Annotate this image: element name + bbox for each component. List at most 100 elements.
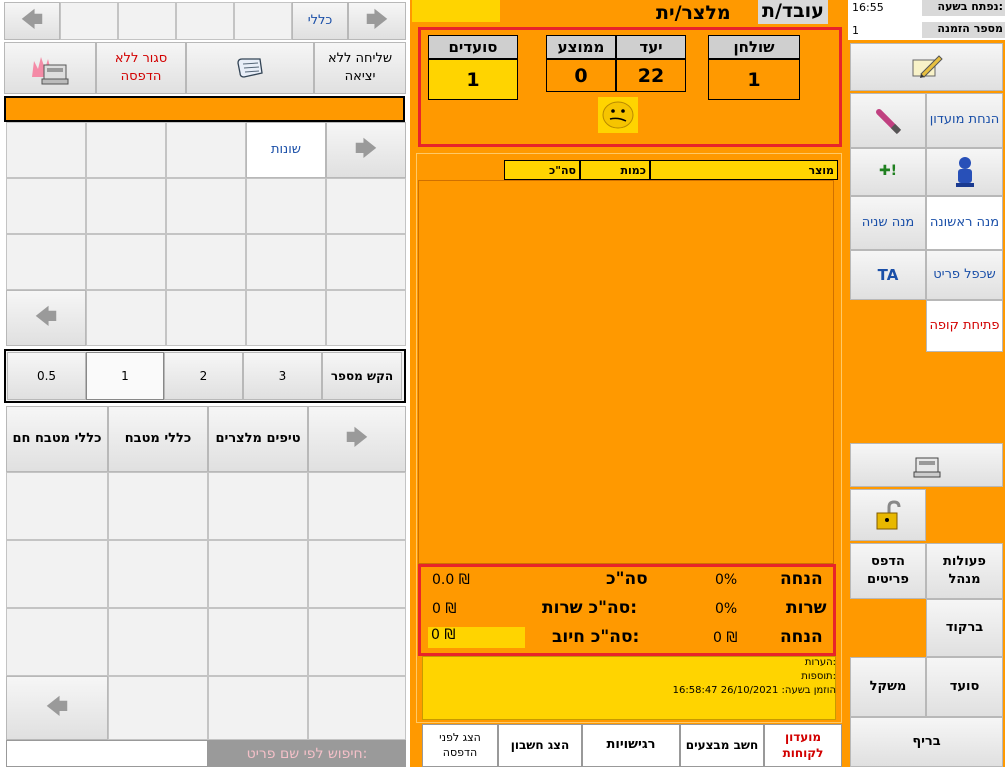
tab-misc[interactable]: שונות xyxy=(246,122,326,178)
calc-promos-button[interactable]: חשב מבצעים xyxy=(680,724,764,767)
message-bar xyxy=(4,96,405,122)
discount-percent[interactable]: 0% xyxy=(715,572,737,588)
item-slot[interactable] xyxy=(6,178,86,234)
item-slot[interactable] xyxy=(246,178,326,234)
kitchen-slot[interactable] xyxy=(208,472,308,540)
item-slot[interactable] xyxy=(326,178,406,234)
takeaway-button[interactable]: TA xyxy=(850,250,926,300)
notes-edit-button[interactable] xyxy=(850,43,1003,91)
ordered-at: הוזמן בשעה: 26/10/2021 16:58:47 xyxy=(672,685,836,696)
kitchen-slot[interactable] xyxy=(6,608,108,676)
item-slot[interactable] xyxy=(246,290,326,346)
sensitivities-button[interactable]: רגישויות xyxy=(582,724,680,767)
kitchen-general-button[interactable]: כללי מטבח xyxy=(108,406,208,472)
show-bill-button[interactable]: הצג חשבון xyxy=(498,724,582,767)
cash-register-icon xyxy=(913,457,940,478)
club-discount-button[interactable]: הנחת מועדון xyxy=(926,93,1003,148)
brief-button[interactable]: בריף xyxy=(850,717,1003,767)
kitchen-slot[interactable] xyxy=(308,540,406,608)
weight-button[interactable]: משקל xyxy=(850,657,926,717)
user-button[interactable] xyxy=(926,148,1003,196)
manager-actions-button[interactable]: פעולות מנהל xyxy=(926,543,1003,599)
register-button[interactable] xyxy=(850,443,1003,487)
item-slot[interactable] xyxy=(166,178,246,234)
quantity-option-selected[interactable]: 1 xyxy=(86,352,164,400)
club-customers-button[interactable]: מועדון לקוחות xyxy=(764,724,842,767)
item-slot[interactable] xyxy=(86,290,166,346)
tips-waiters-button[interactable]: טיפים מלצרים xyxy=(208,406,308,472)
kitchen-slot[interactable] xyxy=(108,676,208,740)
quantity-option[interactable]: 3 xyxy=(243,352,322,400)
discount-amount-value[interactable]: 0 ₪ xyxy=(713,630,737,646)
print-preview-button[interactable] xyxy=(186,42,314,94)
kitchen-slot[interactable] xyxy=(308,472,406,540)
cash-register-button[interactable] xyxy=(4,42,96,94)
item-slot[interactable] xyxy=(326,234,406,290)
opened-at-value: 16:55 xyxy=(852,1,884,14)
charge-total-value: 0 ₪ xyxy=(428,627,525,648)
service-percent[interactable]: 0% xyxy=(715,601,737,617)
order-number-label: מספר הזמנה xyxy=(922,22,1005,38)
item-slot[interactable] xyxy=(166,290,246,346)
item-slot[interactable] xyxy=(6,122,86,178)
diner-button[interactable]: סועד xyxy=(926,657,1003,717)
quantity-option[interactable]: 2 xyxy=(164,352,243,400)
search-input[interactable] xyxy=(6,740,208,767)
items-next-button[interactable]: 🡆 xyxy=(326,122,406,178)
category-slot[interactable] xyxy=(118,2,176,40)
kitchen-slot[interactable] xyxy=(208,540,308,608)
arrow-left-icon: 🡄 xyxy=(45,694,69,720)
items-prev-button[interactable]: 🡄 xyxy=(6,290,86,346)
kitchen-slot[interactable] xyxy=(108,608,208,676)
barcode-button[interactable]: ברקוד xyxy=(926,599,1003,657)
service-total-label: סה"כ שרות: xyxy=(542,598,638,618)
kitchen-slot[interactable] xyxy=(308,676,406,740)
item-slot[interactable] xyxy=(166,122,246,178)
kitchen-slot[interactable] xyxy=(6,540,108,608)
duplicate-item-button[interactable]: שכפל פריט xyxy=(926,250,1003,300)
item-slot[interactable] xyxy=(86,178,166,234)
lock-button[interactable] xyxy=(850,489,926,541)
item-slot[interactable] xyxy=(326,290,406,346)
kitchen-slot[interactable] xyxy=(308,608,406,676)
opened-at-label: נפתח בשעה: xyxy=(922,0,1005,16)
second-course-button[interactable]: מנה שניה xyxy=(850,196,926,250)
print-items-button[interactable]: הדפס פריטים xyxy=(850,543,926,599)
diners-value[interactable]: 1 xyxy=(428,59,518,100)
quantity-input-label[interactable]: הקש מספר xyxy=(322,352,402,400)
category-slot[interactable] xyxy=(234,2,292,40)
kitchen-slot[interactable] xyxy=(208,608,308,676)
kitchen-prev-button[interactable]: 🡄 xyxy=(6,676,108,740)
kitchen-hot-button[interactable]: כללי מטבח חם xyxy=(6,406,108,472)
search-label: חיפוש לפי שם פריט: xyxy=(208,740,406,767)
order-list[interactable] xyxy=(418,180,834,564)
item-slot[interactable] xyxy=(6,234,86,290)
kitchen-slot[interactable] xyxy=(108,540,208,608)
nav-back-button[interactable]: 🡄 xyxy=(4,2,60,40)
kitchen-slot[interactable] xyxy=(108,472,208,540)
close-no-print-button[interactable]: סגור ללא הדפסה xyxy=(96,42,186,94)
kitchen-next-button[interactable]: 🡆 xyxy=(308,406,406,472)
category-slot[interactable] xyxy=(60,2,118,40)
open-drawer-button[interactable]: פתיחת קופה xyxy=(926,300,1003,352)
additions-label: תוספות: xyxy=(801,671,836,682)
center-panel: מלצר/ית עובד/ת שולחן 1 יעד 22 ממוצע 0 סו… xyxy=(410,0,848,767)
add-item-button[interactable]: ✚! xyxy=(850,148,926,196)
quantity-option[interactable]: 0.5 xyxy=(7,352,86,400)
arrow-right-icon: 🡆 xyxy=(345,425,369,451)
category-slot[interactable] xyxy=(176,2,234,40)
first-course-button[interactable]: מנה ראשונה xyxy=(926,196,1003,250)
item-slot[interactable] xyxy=(86,234,166,290)
item-slot[interactable] xyxy=(166,234,246,290)
send-no-exit-button[interactable]: שליחה ללא יציאה xyxy=(314,42,406,94)
category-general-button[interactable]: כללי xyxy=(292,2,348,40)
item-slot[interactable] xyxy=(86,122,166,178)
item-slot[interactable] xyxy=(246,234,326,290)
plus-icon: ✚! xyxy=(878,163,898,180)
nav-forward-button[interactable]: 🡆 xyxy=(348,2,406,40)
edit-item-button[interactable] xyxy=(850,93,926,148)
table-value[interactable]: 1 xyxy=(708,59,800,100)
show-before-print-button[interactable]: הצג לפני הדפסה xyxy=(422,724,498,767)
kitchen-slot[interactable] xyxy=(6,472,108,540)
kitchen-slot[interactable] xyxy=(208,676,308,740)
